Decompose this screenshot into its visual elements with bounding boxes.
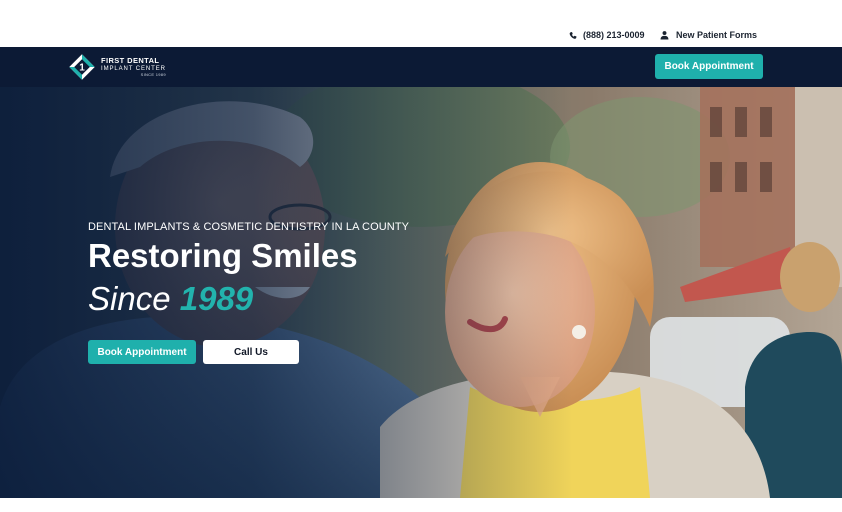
logo-line-1: FIRST DENTAL (101, 56, 160, 66)
hero-subtitle-prefix: Since (88, 280, 171, 317)
phone-icon (569, 31, 577, 39)
site-logo[interactable]: 1 FIRST DENTAL IMPLANT CENTER SINCE 1989 (68, 53, 166, 81)
logo-wordmark: FIRST DENTAL IMPLANT CENTER SINCE 1989 (101, 57, 166, 77)
logo-number: 1 (79, 63, 85, 74)
phone-number[interactable]: (888) 213-0009 (583, 30, 645, 40)
hero-eyebrow: DENTAL IMPLANTS & COSMETIC DENTISTRY IN … (88, 221, 410, 233)
book-appointment-nav-button[interactable]: Book Appointment (655, 54, 763, 79)
phone-link[interactable]: (888) 213-0009 (569, 30, 645, 40)
logo-mark-icon: 1 (69, 54, 95, 80)
top-utility-bar: (888) 213-0009 New Patient Forms (0, 0, 842, 47)
book-appointment-hero-button[interactable]: Book Appointment (88, 340, 196, 364)
hero-subtitle: Since 1989 (88, 280, 253, 318)
logo-line-2: IMPLANT CENTER (101, 65, 166, 72)
user-icon (660, 31, 669, 40)
main-navbar: 1 FIRST DENTAL IMPLANT CENTER SINCE 1989… (0, 47, 842, 87)
call-us-button[interactable]: Call Us (203, 340, 299, 364)
hero-section: DENTAL IMPLANTS & COSMETIC DENTISTRY IN … (0, 87, 842, 498)
logo-line-3: SINCE 1989 (140, 71, 166, 77)
hero-subtitle-year: 1989 (179, 280, 254, 317)
hero-title: Restoring Smiles (88, 237, 358, 274)
bottom-spacer (0, 498, 842, 512)
new-patient-forms-label[interactable]: New Patient Forms (676, 30, 757, 40)
new-patient-forms-link[interactable]: New Patient Forms (660, 30, 757, 40)
